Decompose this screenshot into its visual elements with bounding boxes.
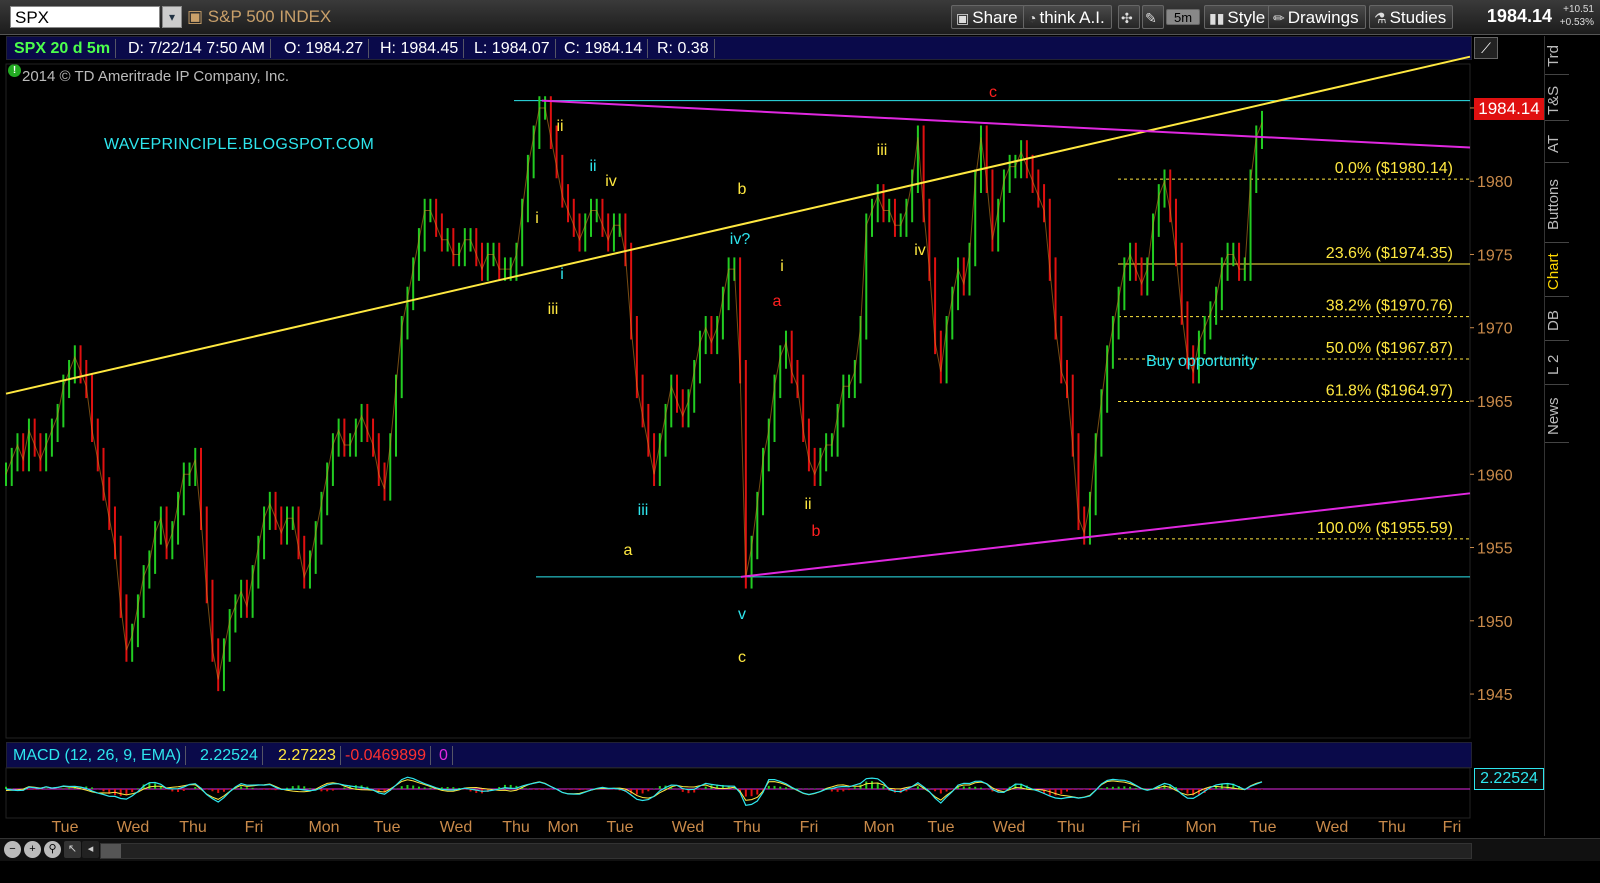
- x-tick-label: Mon: [547, 819, 578, 836]
- fib-label: 100.0% ($1955.59): [1317, 520, 1453, 537]
- macd-value: 2.22524: [196, 746, 263, 765]
- y-tick-label: 1955: [1477, 541, 1513, 558]
- x-tick-label: Wed: [117, 819, 150, 836]
- zoom-in-button[interactable]: +: [24, 841, 41, 858]
- minus-icon: −: [9, 843, 16, 855]
- scroll-thumb[interactable]: [101, 844, 121, 858]
- buy-opportunity-annotation: Buy opportunity: [1146, 353, 1257, 370]
- macd-diff: -0.0469899: [341, 746, 431, 765]
- wave-label: b: [738, 181, 747, 198]
- tab-at[interactable]: AT: [1545, 126, 1569, 163]
- y-tick-label: 1950: [1477, 614, 1513, 631]
- wave-label: ii: [589, 158, 596, 175]
- x-tick-label: Wed: [672, 819, 705, 836]
- x-tick-label: Fri: [800, 819, 819, 836]
- x-tick-label: Thu: [1378, 819, 1406, 836]
- fib-label: 61.8% ($1964.97): [1326, 382, 1453, 399]
- x-tick-label: Tue: [52, 819, 79, 836]
- x-tick-label: Tue: [607, 819, 634, 836]
- bottom-toolbar: − + ⚲ ↖ ◂: [0, 838, 1600, 861]
- x-tick-label: Fri: [1122, 819, 1141, 836]
- wave-label: iii: [877, 142, 888, 159]
- macd-line: [5, 776, 1263, 806]
- tab-buttons[interactable]: Buttons: [1545, 168, 1569, 243]
- x-tick-label: Thu: [179, 819, 207, 836]
- x-tick-label: Tue: [374, 819, 401, 836]
- wave-label: i: [560, 266, 564, 283]
- tab-news[interactable]: News: [1545, 390, 1569, 443]
- scroll-left-button[interactable]: ◂: [82, 841, 99, 858]
- y-tick-label: 1965: [1477, 394, 1513, 411]
- zoom-search-button[interactable]: ⚲: [44, 841, 61, 858]
- tab-l2[interactable]: L 2: [1545, 346, 1569, 385]
- fib-label: 50.0% ($1967.87): [1326, 340, 1453, 357]
- x-tick-label: Wed: [993, 819, 1026, 836]
- macd-label: MACD (12, 26, 9, EMA): [9, 746, 187, 765]
- magnifier-icon: ⚲: [48, 843, 57, 855]
- tab-db[interactable]: DB: [1545, 302, 1569, 341]
- wave-label: v: [738, 606, 746, 623]
- x-tick-label: Mon: [863, 819, 894, 836]
- fib-label: 0.0% ($1980.14): [1335, 160, 1453, 177]
- x-tick-label: Wed: [440, 819, 473, 836]
- wave-label: ii: [804, 496, 811, 513]
- caret-left-icon: ◂: [87, 843, 94, 855]
- wave-label: c: [738, 649, 746, 666]
- arrow-icon: ↖: [67, 843, 78, 855]
- y-tick-label: 1980: [1477, 174, 1513, 191]
- tab-trd[interactable]: Trd: [1545, 38, 1569, 75]
- x-tick-label: Mon: [1185, 819, 1216, 836]
- tab-ts[interactable]: T&S: [1545, 80, 1569, 121]
- x-tick-label: Fri: [1443, 819, 1462, 836]
- wave-label: iv: [914, 242, 926, 259]
- y-tick-label: 1960: [1477, 467, 1513, 484]
- x-tick-label: Mon: [308, 819, 339, 836]
- x-tick-label: Tue: [1250, 819, 1277, 836]
- tab-chart[interactable]: Chart: [1545, 248, 1569, 297]
- y-tick-label: 1970: [1477, 321, 1513, 338]
- wave-label: iv: [605, 173, 617, 190]
- wave-label: a: [773, 293, 782, 310]
- macd-panel-frame: [5, 767, 1471, 819]
- pointer-button[interactable]: ↖: [64, 841, 81, 858]
- wave-label: ii: [556, 118, 563, 135]
- wave-label: i: [535, 210, 539, 227]
- wave-label: iv?: [730, 231, 751, 248]
- x-tick-label: Fri: [245, 819, 264, 836]
- wave-label: b: [812, 523, 821, 540]
- x-tick-label: Wed: [1316, 819, 1349, 836]
- macd-value-badge: 2.22524: [1474, 768, 1544, 790]
- fib-label: 23.6% ($1974.35): [1326, 245, 1453, 262]
- y-tick-label: 1975: [1477, 247, 1513, 264]
- zoom-out-button[interactable]: −: [4, 841, 21, 858]
- fib-label: 38.2% ($1970.76): [1326, 298, 1453, 315]
- last-price-badge: 1984.14: [1474, 98, 1544, 120]
- time-scrollbar[interactable]: [100, 843, 1472, 859]
- y-tick-label: 1945: [1477, 687, 1513, 704]
- wave-label: i: [780, 258, 784, 275]
- macd-average: 2.27223: [274, 746, 341, 765]
- wave-label: c: [989, 84, 997, 101]
- macd-zero: 0: [435, 746, 453, 765]
- trendline-magenta-top: [541, 99, 1471, 149]
- wave-label: iii: [638, 502, 649, 519]
- x-tick-label: Thu: [733, 819, 761, 836]
- x-tick-label: Thu: [502, 819, 530, 836]
- plus-icon: +: [29, 843, 36, 855]
- wave-label: iii: [548, 301, 559, 318]
- x-tick-label: Tue: [928, 819, 955, 836]
- wave-label: a: [624, 542, 633, 559]
- macd-info-bar: MACD (12, 26, 9, EMA) 2.22524 2.27223 -0…: [6, 742, 1472, 768]
- x-tick-label: Thu: [1057, 819, 1085, 836]
